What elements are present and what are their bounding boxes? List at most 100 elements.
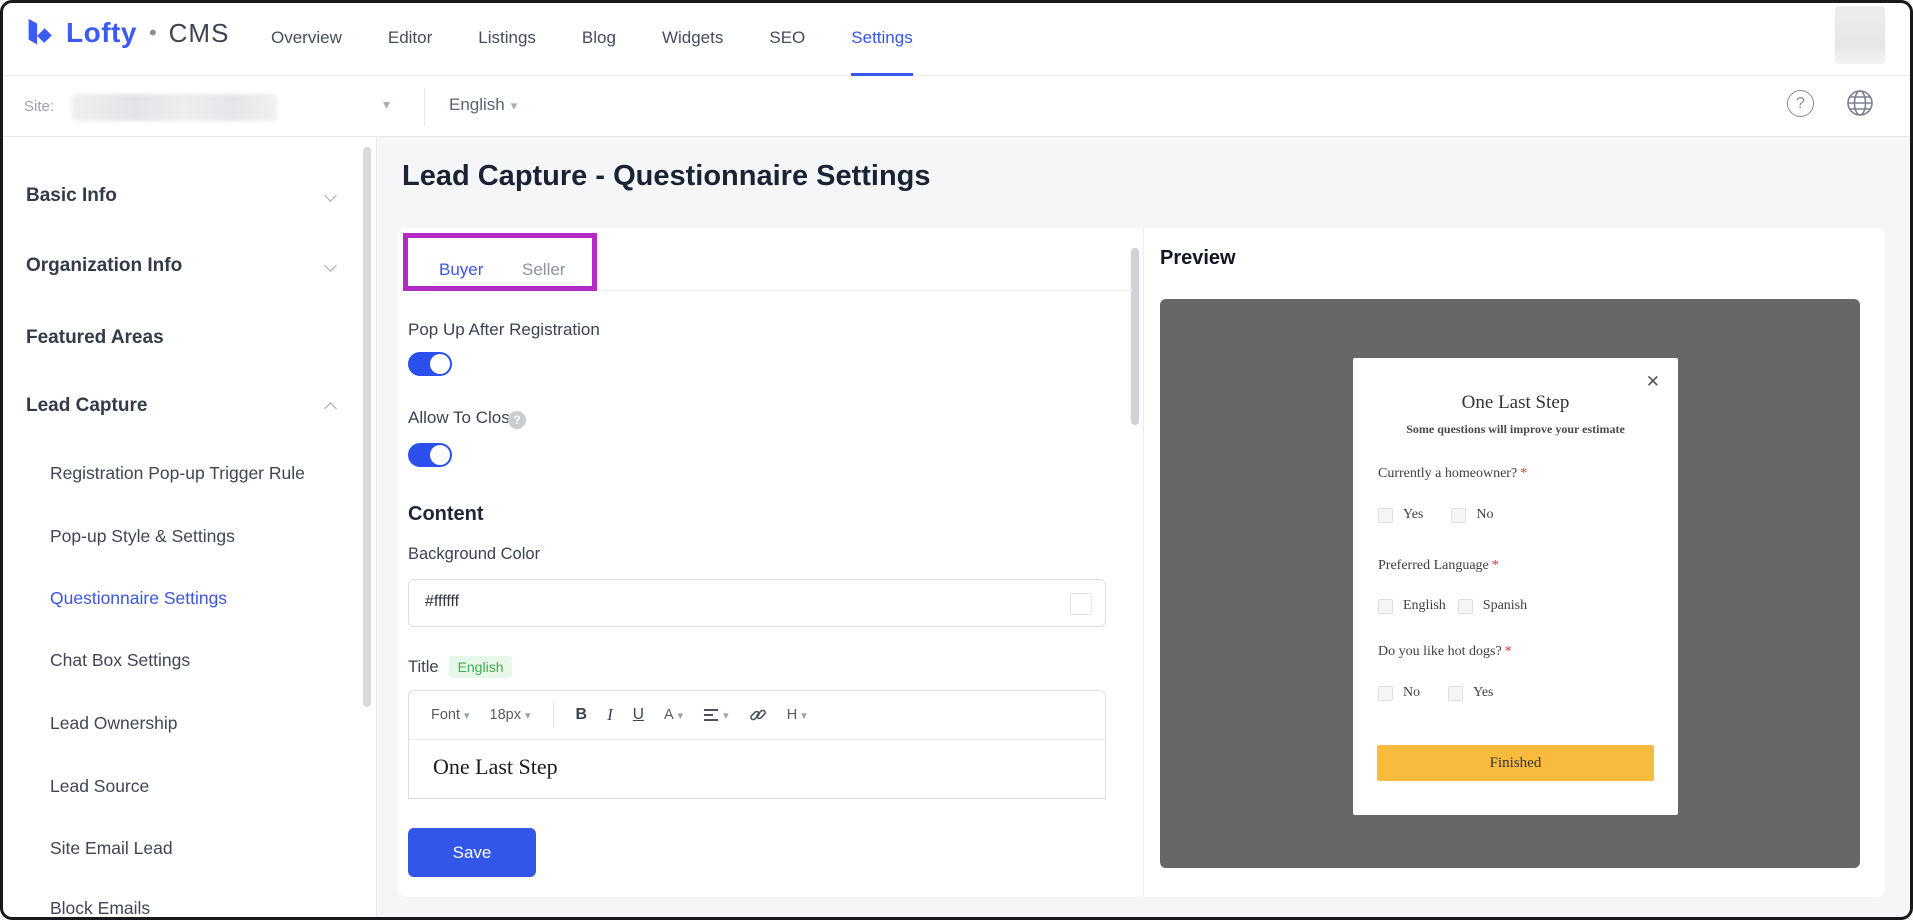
save-button[interactable]: Save xyxy=(408,828,536,877)
question-label: Preferred Language * xyxy=(1378,558,1499,574)
background-color-value: #ffffff xyxy=(425,593,460,610)
sidebar-scrollbar[interactable] xyxy=(363,147,371,707)
preview-questionnaire-modal: ✕ One Last Step Some questions will impr… xyxy=(1353,358,1678,815)
text-color-dropdown[interactable]: A ▾ xyxy=(656,703,691,727)
chevron-down-icon: ▾ xyxy=(464,709,470,722)
allow-to-close-label: Allow To Close xyxy=(408,408,520,427)
language-selected-value: English xyxy=(449,95,505,114)
preview-stage: ✕ One Last Step Some questions will impr… xyxy=(1160,299,1860,868)
option-label: Yes xyxy=(1473,685,1494,700)
language-badge: English xyxy=(448,656,513,678)
language-dropdown[interactable]: English ▾ xyxy=(449,95,517,115)
heading-dropdown[interactable]: H ▾ xyxy=(779,703,815,727)
font-size-dropdown[interactable]: 18px ▾ xyxy=(482,703,539,727)
chevron-down-icon: ▾ xyxy=(525,709,531,722)
checkbox[interactable] xyxy=(1378,598,1393,614)
underline-button[interactable]: U xyxy=(625,702,652,728)
user-avatar[interactable] xyxy=(1835,6,1885,64)
lofty-logo-icon xyxy=(28,18,52,45)
required-asterisk: * xyxy=(1504,644,1512,659)
question-options-row: No Yes xyxy=(1378,685,1494,701)
editor-content[interactable]: One Last Step xyxy=(409,740,1105,794)
option-label: English xyxy=(1403,598,1446,613)
nav-item-seo[interactable]: SEO xyxy=(769,0,805,76)
title-rich-text-editor: Font ▾ 18px ▾ B I U A ▾ ▾ H ▾ One Last Step xyxy=(408,690,1106,799)
checkbox[interactable] xyxy=(1448,685,1464,701)
checkbox[interactable] xyxy=(1378,507,1393,523)
option-label: Spanish xyxy=(1482,598,1528,613)
lofty-cms-settings-page: Lofty • CMS Overview Editor Listings Blo… xyxy=(0,0,1913,920)
question-text: Do you like hot dogs? xyxy=(1378,644,1502,659)
text-color-icon: A xyxy=(663,707,674,723)
required-asterisk: * xyxy=(1520,466,1528,481)
chevron-down-icon: ▾ xyxy=(723,709,729,722)
nav-item-blog[interactable]: Blog xyxy=(582,0,616,76)
divider xyxy=(424,88,425,126)
preview-modal-subtitle: Some questions will improve your estimat… xyxy=(1406,422,1625,436)
nav-item-settings[interactable]: Settings xyxy=(851,0,913,76)
question-text: Preferred Language xyxy=(1378,558,1489,573)
sidebar-item-lead-capture[interactable]: Lead Capture xyxy=(26,395,147,417)
link-button[interactable] xyxy=(741,702,775,728)
required-asterisk: * xyxy=(1491,558,1499,573)
sidebar-item-lead-ownership[interactable]: Lead Ownership xyxy=(50,713,177,734)
preview-modal-title: One Last Step xyxy=(1461,392,1570,413)
align-dropdown[interactable]: ▾ xyxy=(695,704,737,726)
lofty-logo[interactable]: Lofty • CMS xyxy=(22,16,229,50)
globe-icon[interactable] xyxy=(1845,88,1875,118)
font-family-value: Font xyxy=(431,707,461,723)
font-family-dropdown[interactable]: Font ▾ xyxy=(423,703,478,727)
divider xyxy=(1143,228,1144,897)
checkbox[interactable] xyxy=(1451,507,1467,523)
finished-button[interactable]: Finished xyxy=(1377,745,1654,781)
title-label: Title xyxy=(408,657,439,676)
sidebar-item-block-emails[interactable]: Block Emails xyxy=(50,898,150,919)
help-icon[interactable]: ? xyxy=(1787,90,1814,117)
popup-after-registration-label: Pop Up After Registration xyxy=(408,320,600,339)
site-dropdown-caret-icon[interactable]: ▾ xyxy=(383,96,390,113)
tab-buyer[interactable]: Buyer xyxy=(439,260,483,280)
background-color-label: Background Color xyxy=(408,545,541,563)
question-label: Currently a homeowner? * xyxy=(1378,466,1527,482)
nav-item-overview[interactable]: Overview xyxy=(271,0,342,76)
content-section-heading: Content xyxy=(408,503,484,525)
sidebar-item-featured-areas[interactable]: Featured Areas xyxy=(26,327,164,349)
bold-button[interactable]: B xyxy=(568,702,596,728)
heading-icon: H xyxy=(786,707,798,723)
divider xyxy=(402,290,1133,291)
sidebar-item-questionnaire-settings[interactable]: Questionnaire Settings xyxy=(50,588,227,609)
chevron-down-icon: ▾ xyxy=(801,709,807,722)
italic-button[interactable]: I xyxy=(599,701,621,729)
question-text: Currently a homeowner? xyxy=(1378,466,1518,481)
sidebar-item-lead-source[interactable]: Lead Source xyxy=(50,776,149,797)
option-label: No xyxy=(1476,507,1494,522)
sidebar-item-registration-popup-trigger-rule[interactable]: Registration Pop-up Trigger Rule xyxy=(50,463,305,484)
top-navigation-bar: Lofty • CMS Overview Editor Listings Blo… xyxy=(0,0,1913,76)
sidebar-item-chat-box-settings[interactable]: Chat Box Settings xyxy=(50,650,190,671)
option-label: Yes xyxy=(1403,507,1424,522)
background-color-input[interactable]: #ffffff xyxy=(408,579,1106,627)
page-title: Lead Capture - Questionnaire Settings xyxy=(402,160,931,192)
font-size-value: 18px xyxy=(489,707,521,723)
sidebar-item-popup-style-settings[interactable]: Pop-up Style & Settings xyxy=(50,526,235,547)
sidebar-item-organization-info[interactable]: Organization Info xyxy=(26,255,182,277)
divider xyxy=(552,702,554,728)
nav-item-listings[interactable]: Listings xyxy=(478,0,536,76)
allow-to-close-toggle[interactable] xyxy=(408,443,452,467)
tab-seller[interactable]: Seller xyxy=(522,260,565,280)
close-icon[interactable]: ✕ xyxy=(1646,372,1660,392)
nav-item-editor[interactable]: Editor xyxy=(388,0,432,76)
align-left-icon xyxy=(704,709,719,721)
site-name-blurred[interactable] xyxy=(72,94,277,121)
sidebar-item-basic-info[interactable]: Basic Info xyxy=(26,185,117,207)
question-options-row: English Spanish xyxy=(1378,598,1527,614)
brand-separator: • xyxy=(148,20,157,45)
popup-after-registration-toggle[interactable] xyxy=(408,352,452,376)
sidebar-item-site-email-lead[interactable]: Site Email Lead xyxy=(50,838,173,859)
nav-item-widgets[interactable]: Widgets xyxy=(662,0,723,76)
color-swatch[interactable] xyxy=(1070,593,1092,615)
checkbox[interactable] xyxy=(1457,598,1473,614)
checkbox[interactable] xyxy=(1378,685,1393,701)
help-icon[interactable]: ? xyxy=(508,411,526,429)
form-panel-scrollbar[interactable] xyxy=(1131,248,1139,425)
